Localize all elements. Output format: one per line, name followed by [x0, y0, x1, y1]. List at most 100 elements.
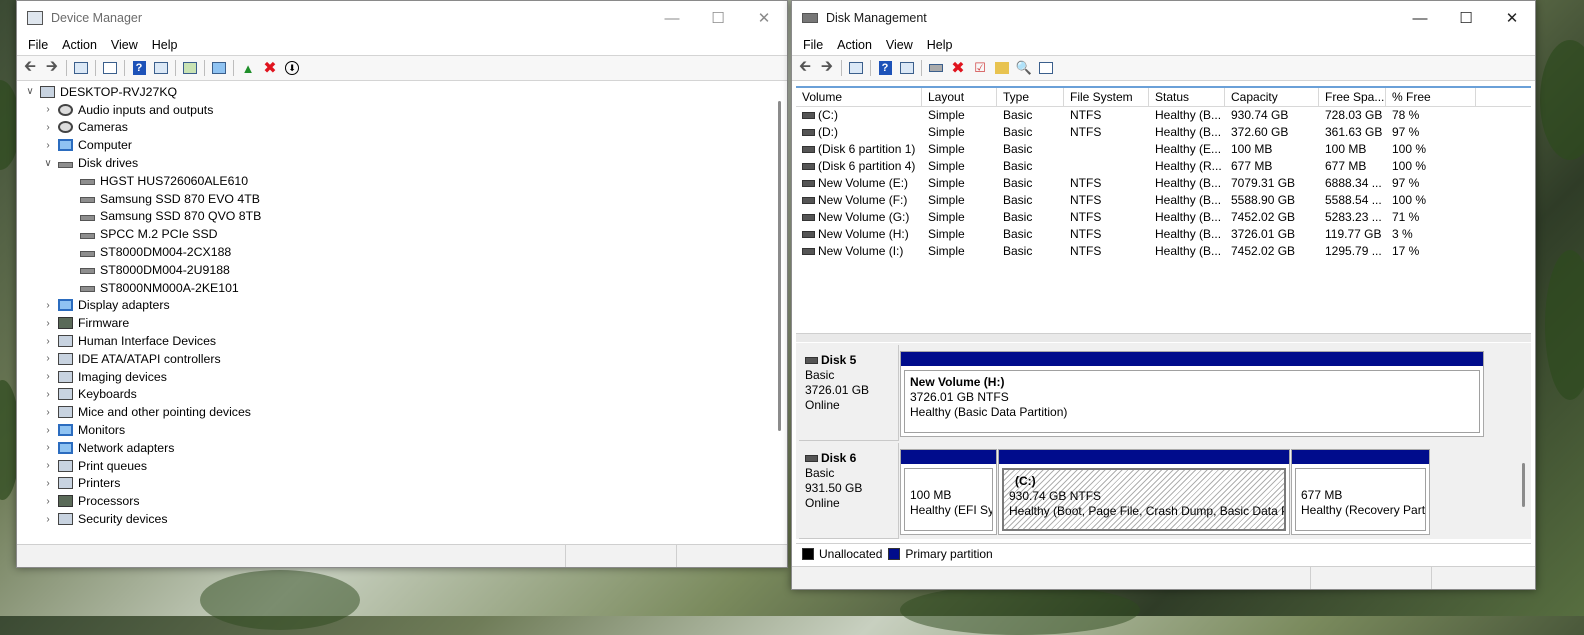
menu-file[interactable]: File [21, 38, 55, 52]
chevron-right-icon[interactable]: › [41, 300, 55, 311]
chevron-right-icon[interactable]: › [41, 371, 55, 382]
menu-view[interactable]: View [879, 38, 920, 52]
partition-block-selected[interactable]: (C:) 930.74 GB NTFS Healthy (Boot, Page … [998, 449, 1290, 535]
volume-row[interactable]: New Volume (G:) Simple Basic NTFS Healthy (B… [796, 209, 1531, 226]
tree-category-item[interactable]: › Security devices [19, 510, 787, 528]
chevron-right-icon[interactable]: › [41, 104, 55, 115]
back-arrow-icon[interactable]: 🡰 [794, 57, 816, 79]
col-capacity[interactable]: Capacity [1225, 88, 1319, 106]
partition-block[interactable]: New Volume (H:) 3726.01 GB NTFS Healthy … [900, 351, 1484, 437]
volume-row[interactable]: New Volume (F:) Simple Basic NTFS Healthy (B… [796, 192, 1531, 209]
device-manager-window[interactable]: Device Manager — ☐ ✕ File Action View He… [16, 0, 788, 568]
chevron-right-icon[interactable]: › [41, 425, 55, 436]
tree-category-item[interactable]: › Print queues [19, 457, 787, 475]
col-status[interactable]: Status [1149, 88, 1225, 106]
scan-hardware-icon[interactable] [208, 57, 230, 79]
vertical-scrollbar[interactable] [778, 101, 781, 431]
tree-device-item[interactable]: ST8000DM004-2U9188 [19, 261, 787, 279]
tree-device-item[interactable]: SPCC M.2 PCIe SSD [19, 225, 787, 243]
menu-file[interactable]: File [796, 38, 830, 52]
device-manager-titlebar[interactable]: Device Manager — ☐ ✕ [17, 1, 787, 35]
disk-label[interactable]: Disk 5 Basic 3726.01 GB Online [799, 345, 899, 441]
tree-category-item[interactable]: › Imaging devices [19, 368, 787, 386]
search-icon[interactable]: 🔍 [1013, 57, 1035, 79]
chevron-right-icon[interactable]: › [41, 442, 55, 453]
volume-row[interactable]: (D:) Simple Basic NTFS Healthy (B... 372.60 G… [796, 124, 1531, 141]
tree-device-item[interactable]: ST8000DM004-2CX188 [19, 243, 787, 261]
close-button[interactable]: ✕ [741, 1, 787, 35]
tree-category-item[interactable]: › Cameras [19, 119, 787, 137]
minimize-button[interactable]: — [649, 1, 695, 35]
chevron-right-icon[interactable]: › [41, 514, 55, 525]
col-percent-free[interactable]: % Free [1386, 88, 1476, 106]
volume-row[interactable]: New Volume (I:) Simple Basic NTFS Healthy (B… [796, 243, 1531, 260]
tree-category-item[interactable]: › Keyboards [19, 386, 787, 404]
tree-device-item[interactable]: HGST HUS726060ALE610 [19, 172, 787, 190]
tree-category-item[interactable]: › IDE ATA/ATAPI controllers [19, 350, 787, 368]
volume-row[interactable]: (Disk 6 partition 4) Simple Basic Healthy (… [796, 158, 1531, 175]
menu-view[interactable]: View [104, 38, 145, 52]
help-icon[interactable]: ? [874, 57, 896, 79]
volume-row[interactable]: New Volume (E:) Simple Basic NTFS Healthy (B… [796, 175, 1531, 192]
minimize-button[interactable]: — [1397, 1, 1443, 35]
tree-category-item[interactable]: › Audio inputs and outputs [19, 101, 787, 119]
properties-icon[interactable] [99, 57, 121, 79]
uninstall-device-icon[interactable]: ✖ [259, 57, 281, 79]
delete-icon[interactable]: ✖ [947, 57, 969, 79]
connect-disk-icon[interactable] [925, 57, 947, 79]
update-driver-icon[interactable]: ▲ [237, 57, 259, 79]
chevron-right-icon[interactable]: › [41, 336, 55, 347]
col-layout[interactable]: Layout [922, 88, 997, 106]
show-hide-console-tree-icon[interactable] [845, 57, 867, 79]
chevron-right-icon[interactable]: › [41, 353, 55, 364]
disk-label[interactable]: Disk 6 Basic 931.50 GB Online [799, 443, 899, 539]
chevron-right-icon[interactable]: › [41, 478, 55, 489]
check-icon[interactable]: ☑ [969, 57, 991, 79]
chevron-right-icon[interactable]: › [41, 140, 55, 151]
chevron-right-icon[interactable]: › [41, 318, 55, 329]
col-file-system[interactable]: File System [1064, 88, 1149, 106]
chevron-down-icon[interactable]: ∨ [23, 86, 37, 97]
tree-device-item[interactable]: Samsung SSD 870 EVO 4TB [19, 190, 787, 208]
col-volume[interactable]: Volume [796, 88, 922, 106]
vertical-scrollbar[interactable] [1522, 463, 1525, 507]
disk-management-window[interactable]: Disk Management — ☐ ✕ File Action View H… [791, 0, 1536, 590]
volume-row[interactable]: (Disk 6 partition 1) Simple Basic Healthy (… [796, 141, 1531, 158]
forward-arrow-icon[interactable]: 🡲 [41, 57, 63, 79]
print-icon[interactable] [179, 57, 201, 79]
col-free-space[interactable]: Free Spa... [1319, 88, 1386, 106]
tree-category-item[interactable]: › Display adapters [19, 297, 787, 315]
back-arrow-icon[interactable]: 🡰 [19, 57, 41, 79]
chevron-right-icon[interactable]: › [41, 496, 55, 507]
properties-icon[interactable] [1035, 57, 1057, 79]
disk-graphical-view[interactable]: Disk 5 Basic 3726.01 GB Online New Volum… [796, 343, 1531, 539]
partition-block[interactable]: 100 MB Healthy (EFI Sys [900, 449, 997, 535]
folder-up-icon[interactable] [991, 57, 1013, 79]
disk-management-titlebar[interactable]: Disk Management — ☐ ✕ [792, 1, 1535, 35]
tree-root[interactable]: ∨ DESKTOP-RVJ27KQ [19, 83, 787, 101]
help-icon[interactable]: ? [128, 57, 150, 79]
forward-arrow-icon[interactable]: 🡲 [816, 57, 838, 79]
menu-help[interactable]: Help [145, 38, 185, 52]
chevron-right-icon[interactable]: › [41, 122, 55, 133]
tree-category-item[interactable]: › Printers [19, 475, 787, 493]
maximize-button[interactable]: ☐ [695, 1, 741, 35]
chevron-down-icon[interactable]: ∨ [41, 158, 55, 169]
menu-action[interactable]: Action [55, 38, 104, 52]
action-pane-icon[interactable] [896, 57, 918, 79]
tree-category-item[interactable]: › Firmware [19, 314, 787, 332]
close-button[interactable]: ✕ [1489, 1, 1535, 35]
partition-block[interactable]: 677 MB Healthy (Recovery Partit [1291, 449, 1430, 535]
maximize-button[interactable]: ☐ [1443, 1, 1489, 35]
volume-list[interactable]: Volume Layout Type File System Status Ca… [796, 86, 1531, 334]
tree-device-item[interactable]: Samsung SSD 870 QVO 8TB [19, 208, 787, 226]
volume-row[interactable]: (C:) Simple Basic NTFS Healthy (B... 930.74 G… [796, 107, 1531, 124]
disable-device-icon[interactable]: ⬇ [281, 57, 303, 79]
tree-category-item[interactable]: › Human Interface Devices [19, 332, 787, 350]
tree-category-item[interactable]: › Computer [19, 136, 787, 154]
tree-category-item[interactable]: › Mice and other pointing devices [19, 403, 787, 421]
chevron-right-icon[interactable]: › [41, 389, 55, 400]
tree-category-item[interactable]: ∨ Disk drives [19, 154, 787, 172]
device-tree[interactable]: ∨ DESKTOP-RVJ27KQ › Audio inputs and outp… [19, 83, 787, 543]
action-pane-icon[interactable] [150, 57, 172, 79]
